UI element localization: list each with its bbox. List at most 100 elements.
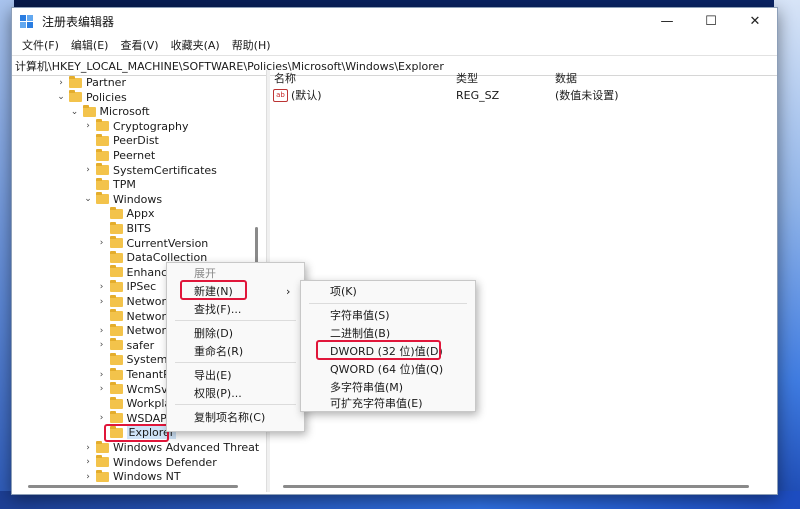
folder-icon xyxy=(96,177,109,190)
tree-node-label: TPM xyxy=(113,178,136,192)
folder-icon xyxy=(96,440,109,453)
tree-node[interactable]: Peernet xyxy=(83,148,155,163)
new-string-value[interactable]: 字符串值(S) xyxy=(301,306,475,324)
collapse-chevron-icon[interactable]: ⌄ xyxy=(83,194,93,204)
ctx-permissions[interactable]: 权限(P)... xyxy=(167,384,304,402)
folder-icon xyxy=(96,148,109,161)
tree-node[interactable]: › Cryptography xyxy=(83,119,188,133)
folder-icon xyxy=(69,75,82,88)
collapse-chevron-icon[interactable]: ⌄ xyxy=(70,107,80,117)
expand-chevron-icon[interactable]: › xyxy=(56,78,66,88)
folder-icon xyxy=(109,221,123,234)
folder-icon xyxy=(109,265,123,278)
folder-icon xyxy=(109,279,123,292)
highlight-dword-box xyxy=(316,340,441,360)
regedit-window: 注册表编辑器 — ☐ ✕ 文件(F) 编辑(E) 查看(V) 收藏夹(A) 帮助… xyxy=(11,7,778,495)
ctx-separator xyxy=(175,320,296,321)
tree-horizontal-scrollbar[interactable] xyxy=(28,485,238,488)
tree-node[interactable]: ⌄ Microsoft xyxy=(70,104,150,119)
folder-icon xyxy=(109,294,123,307)
close-button[interactable]: ✕ xyxy=(733,8,777,35)
tree-node[interactable]: › SystemCertificates xyxy=(83,163,217,177)
tree-node[interactable]: › Windows NT xyxy=(83,469,181,483)
ctx-export[interactable]: 导出(E) xyxy=(167,366,304,384)
column-header-data[interactable]: 数据 xyxy=(555,70,577,86)
submenu-arrow-icon: › xyxy=(286,284,291,298)
ctx-find[interactable]: 查找(F)... xyxy=(167,300,304,318)
tree-node[interactable]: › WcmSvc xyxy=(97,382,174,396)
tree-node-label: CurrentVersion xyxy=(126,236,209,250)
tree-node[interactable]: Appx xyxy=(97,206,155,221)
menu-file[interactable]: 文件(F) xyxy=(16,37,65,53)
folder-icon xyxy=(96,469,109,482)
value-data: (数值未设置) xyxy=(555,89,619,102)
expand-chevron-icon[interactable]: › xyxy=(97,297,107,307)
value-type: REG_SZ xyxy=(456,88,500,102)
folder-icon xyxy=(109,338,123,351)
folder-icon xyxy=(96,192,109,205)
column-header-type[interactable]: 类型 xyxy=(456,70,478,86)
folder-icon xyxy=(109,411,123,424)
folder-icon xyxy=(109,352,123,365)
folder-icon xyxy=(96,133,109,146)
new-qword-value[interactable]: QWORD (64 位)值(Q) xyxy=(301,360,475,378)
tree-node-label: Windows Advanced Threat Protection xyxy=(113,441,260,454)
ctx-copy-key-name[interactable]: 复制项名称(C) xyxy=(167,408,304,426)
tree-node-label: Partner xyxy=(86,76,126,89)
expand-chevron-icon[interactable]: › xyxy=(97,384,107,394)
ctx-rename[interactable]: 重命名(R) xyxy=(167,342,304,360)
tree-node[interactable]: › CurrentVersion xyxy=(97,236,209,250)
collapse-chevron-icon[interactable]: ⌄ xyxy=(56,92,66,102)
new-key[interactable]: 项(K) xyxy=(301,282,475,300)
folder-icon xyxy=(69,90,82,103)
value-row-name[interactable]: ab (默认) xyxy=(273,87,322,103)
ctx-delete[interactable]: 删除(D) xyxy=(167,324,304,342)
tree-node-label: System xyxy=(126,353,168,367)
folder-icon xyxy=(109,367,123,380)
maximize-button[interactable]: ☐ xyxy=(689,8,733,35)
tree-node[interactable]: › Partner xyxy=(56,75,126,90)
highlight-explorer-box xyxy=(103,423,169,442)
folder-icon xyxy=(96,163,109,176)
expand-chevron-icon[interactable]: › xyxy=(97,340,107,350)
minimize-button[interactable]: — xyxy=(645,8,689,35)
tree-node[interactable]: ⌄ Policies xyxy=(56,90,127,104)
tree-node[interactable]: PeerDist xyxy=(83,133,159,148)
string-value-icon: ab xyxy=(273,88,288,102)
expand-chevron-icon[interactable]: › xyxy=(97,370,107,380)
tree-node[interactable]: › Windows Advanced Threat Protection xyxy=(83,440,260,455)
menu-favorites[interactable]: 收藏夹(A) xyxy=(165,37,226,53)
tree-node[interactable]: System xyxy=(97,352,168,367)
expand-chevron-icon[interactable]: › xyxy=(83,165,93,175)
tree-node[interactable]: › IPSec xyxy=(97,279,156,294)
new-expandable-string-value[interactable]: 可扩充字符串值(E) xyxy=(301,394,475,412)
tree-node-label: Windows NT xyxy=(113,470,181,483)
tree-node-label: Windows xyxy=(113,192,163,206)
tree-node[interactable]: BITS xyxy=(97,221,151,236)
folder-icon xyxy=(109,206,123,219)
submenu-separator xyxy=(309,303,467,304)
folder-icon xyxy=(109,323,123,336)
tree-node[interactable]: ⌄ Windows xyxy=(83,192,162,206)
expand-chevron-icon[interactable]: › xyxy=(83,457,93,467)
title-bar[interactable]: 注册表编辑器 — ☐ ✕ xyxy=(12,8,777,35)
expand-chevron-icon[interactable]: › xyxy=(97,326,107,336)
expand-chevron-icon[interactable]: › xyxy=(97,282,107,292)
tree-node-label: WSDAPI xyxy=(126,411,171,425)
expand-chevron-icon[interactable]: › xyxy=(97,238,107,248)
menu-view[interactable]: 查看(V) xyxy=(114,37,164,53)
expand-chevron-icon[interactable]: › xyxy=(97,413,107,423)
menu-help[interactable]: 帮助(H) xyxy=(226,37,277,53)
folder-icon xyxy=(109,382,123,395)
tree-node[interactable]: › safer xyxy=(97,338,154,352)
tree-node-label: SystemCertificates xyxy=(113,163,217,177)
expand-chevron-icon[interactable]: › xyxy=(83,121,93,131)
tree-node[interactable]: TPM xyxy=(83,177,136,192)
list-horizontal-scrollbar[interactable] xyxy=(283,485,749,488)
menu-edit[interactable]: 编辑(E) xyxy=(65,37,115,53)
expand-chevron-icon[interactable]: › xyxy=(83,472,93,482)
expand-chevron-icon[interactable]: › xyxy=(83,443,93,453)
tree-node-label: Appx xyxy=(126,207,155,221)
column-header-name[interactable]: 名称 xyxy=(274,70,296,86)
tree-node[interactable]: › Windows Defender xyxy=(83,455,217,469)
